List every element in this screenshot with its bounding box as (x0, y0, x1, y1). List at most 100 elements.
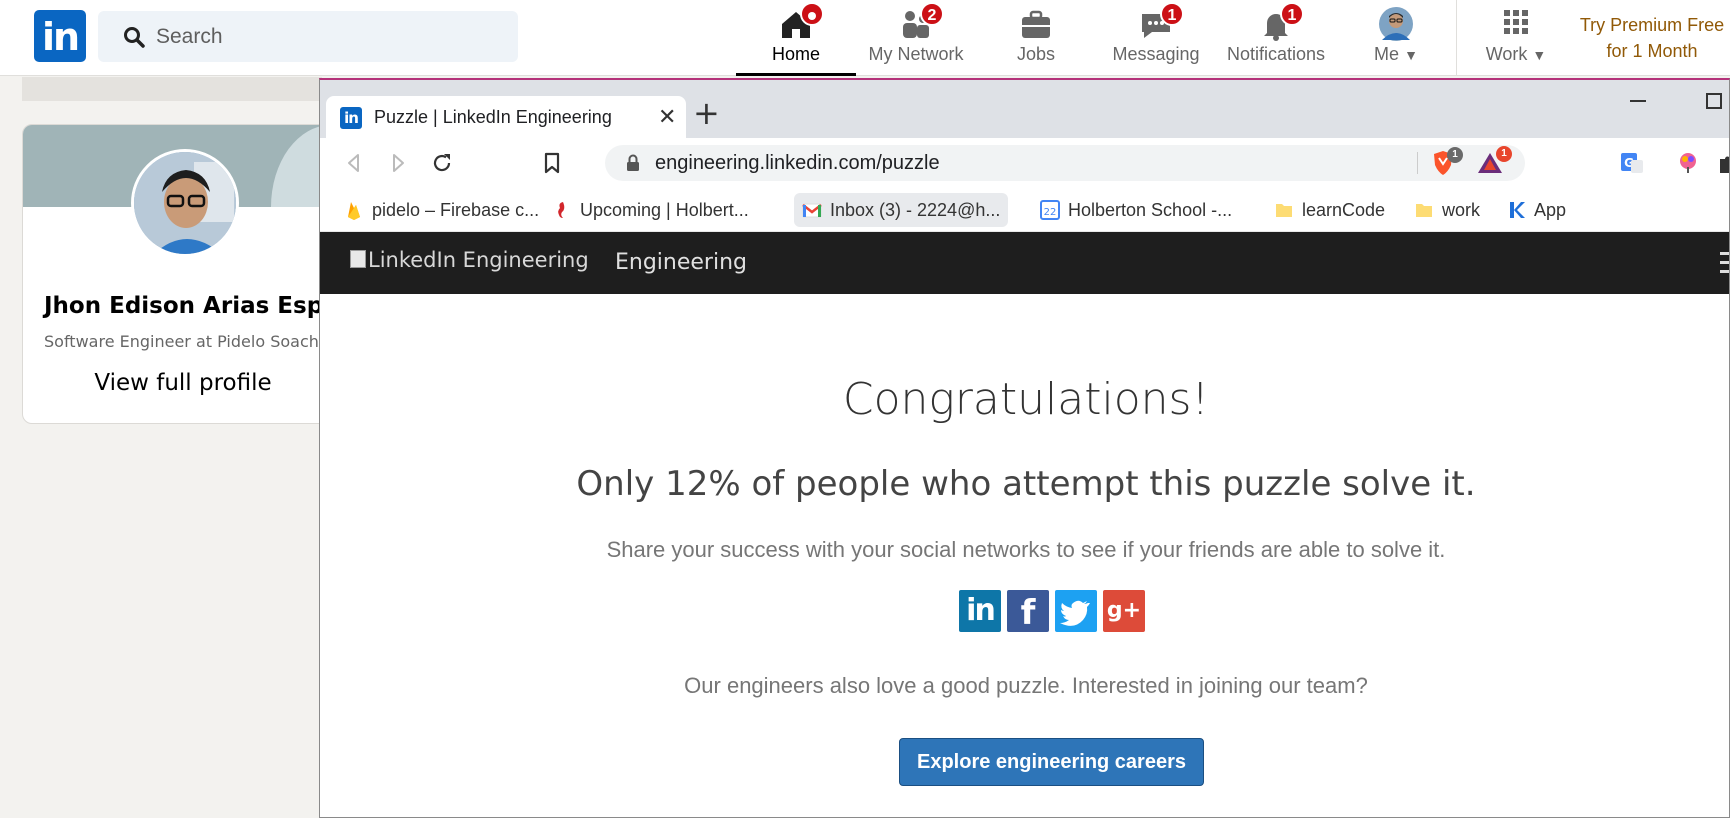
nav-label: Jobs (1016, 44, 1056, 64)
nav-my-network[interactable]: 2 My Network (856, 0, 976, 76)
bookmark-label: Upcoming | Holbert... (580, 200, 749, 220)
grid-icon (1504, 10, 1528, 34)
nav-label: Home (771, 44, 820, 64)
bookmark-label: App (1534, 200, 1567, 220)
bookmark-folder-learncode[interactable]: learnCode (1266, 193, 1385, 227)
nav-label: Work ▼ (1456, 44, 1576, 65)
twitter-share-button[interactable] (1055, 590, 1097, 632)
bookmark-label: Inbox (3) - 2224@h... (830, 200, 1001, 220)
brave-shield-badge: 1 (1447, 147, 1463, 163)
explore-careers-button[interactable]: Explore engineering careers (899, 738, 1204, 786)
messaging-badge: 1 (1160, 2, 1184, 26)
facebook-share-button[interactable]: f (1007, 590, 1049, 633)
linkedin-share-button[interactable]: in (959, 590, 1001, 632)
menu-icon[interactable] (1720, 252, 1729, 274)
search-box[interactable] (98, 11, 518, 62)
premium-line-2: for 1 Month (1606, 41, 1698, 61)
linkedin-icon: in (966, 593, 996, 628)
nav-label: Notifications (1226, 44, 1326, 64)
chevron-down-icon: ▼ (1532, 47, 1547, 63)
broken-logo-image[interactable]: LinkedIn Engineering (350, 248, 589, 274)
tab-title: Puzzle | LinkedIn Engineering (374, 107, 612, 127)
home-notification-dot (800, 2, 824, 26)
site-header: LinkedIn Engineering Engineering (320, 232, 1729, 294)
k-icon (1510, 202, 1525, 218)
nav-label: Me ▼ (1336, 44, 1456, 65)
feed-strip (22, 77, 322, 101)
nav-home[interactable]: Home (736, 0, 856, 76)
seahorse-icon (558, 202, 565, 218)
url-text: engineering.linkedin.com/puzzle (655, 152, 940, 174)
work-label: Work (1485, 44, 1528, 64)
notifications-badge: 1 (1280, 2, 1304, 26)
color-picker-icon[interactable] (1676, 151, 1700, 175)
nav-jobs[interactable]: Jobs (976, 0, 1096, 76)
google-plus-share-button[interactable]: g+ (1103, 590, 1145, 632)
calendar-day: 22 (1044, 207, 1057, 218)
bookmark-label: learnCode (1302, 200, 1386, 220)
bookmark-label: Holberton School -... (1068, 200, 1233, 220)
bookmarks-bar: pidelo – Firebase c... Upcoming | Holber… (320, 188, 1729, 232)
bookmark-holberton-school[interactable]: 22 Holberton School -... (1032, 193, 1232, 227)
folder-icon (1276, 204, 1292, 217)
calendar-icon: 22 (1040, 200, 1060, 220)
facebook-icon: f (1020, 593, 1036, 633)
share-prompt: Share your success with your social netw… (606, 537, 1446, 562)
gmail-icon (802, 203, 822, 218)
search-icon (124, 27, 145, 48)
address-bar[interactable]: engineering.linkedin.com/puzzle 1 1 (605, 145, 1525, 181)
close-icon[interactable]: ✕ (658, 105, 676, 130)
linkedin-logo[interactable]: in (34, 10, 86, 62)
new-tab-button[interactable]: + (693, 94, 720, 132)
browser-window: in Puzzle | LinkedIn Engineering ✕ + eng… (319, 78, 1730, 818)
folder-icon (1416, 204, 1432, 217)
nav-notifications[interactable]: 1 Notifications (1216, 0, 1336, 76)
briefcase-icon (1022, 10, 1050, 38)
bookmark-icon[interactable] (540, 151, 564, 175)
browser-toolbar: engineering.linkedin.com/puzzle 1 1 G (320, 138, 1729, 188)
bookmark-app[interactable]: App (1498, 193, 1566, 227)
premium-line-1: Try Premium Free (1579, 15, 1725, 35)
profile-headline: Software Engineer at Pidelo Soacha (44, 332, 329, 351)
nav-label: My Network (868, 44, 964, 64)
bookmark-gmail-inbox[interactable]: Inbox (3) - 2224@h... (794, 193, 1009, 227)
google-translate-icon[interactable]: G (1620, 151, 1644, 175)
firebase-icon (348, 202, 360, 220)
profile-card: Jhon Edison Arias Esparza Software Engin… (22, 124, 342, 424)
profile-photo (134, 152, 236, 254)
nav-work[interactable]: Work ▼ (1456, 0, 1576, 76)
reload-icon[interactable] (430, 151, 454, 175)
premium-link[interactable]: Try Premium Free for 1 Month (1572, 12, 1730, 64)
address-divider (1417, 152, 1418, 174)
me-label: Me (1374, 44, 1400, 64)
congratulations-heading: Congratulations! (842, 374, 1210, 425)
nav-messaging[interactable]: 1 Messaging (1096, 0, 1216, 76)
avatar (1379, 7, 1413, 41)
maximize-button[interactable] (1706, 93, 1722, 109)
puzzle-result-content: Congratulations! Only 12% of people who … (320, 294, 1729, 817)
profile-name[interactable]: Jhon Edison Arias Esparza (44, 293, 341, 319)
site-header-title[interactable]: Engineering (615, 250, 747, 275)
nav-label: Messaging (1112, 44, 1200, 64)
search-input[interactable] (156, 21, 496, 53)
forward-icon[interactable] (386, 151, 410, 175)
browser-tab[interactable]: in Puzzle | LinkedIn Engineering ✕ (326, 96, 686, 138)
bookmark-holberton-upcoming[interactable]: Upcoming | Holbert... (544, 193, 749, 227)
nav-me[interactable]: Me ▼ (1336, 0, 1456, 76)
minimize-button[interactable] (1630, 100, 1646, 102)
bookmark-label: pidelo – Firebase c... (372, 200, 540, 220)
extensions-puzzle-icon[interactable] (1716, 151, 1730, 175)
linkedin-top-bar: in Home 2 My Network Jobs (0, 0, 1730, 76)
careers-prompt: Our engineers also love a good puzzle. I… (684, 673, 1368, 698)
avatar[interactable] (131, 149, 239, 257)
bookmark-folder-work[interactable]: work (1406, 193, 1480, 227)
twitter-icon (1060, 600, 1090, 626)
bookmark-pidelo-firebase[interactable]: pidelo – Firebase c... (336, 193, 539, 227)
tab-strip: in Puzzle | LinkedIn Engineering ✕ + (320, 80, 1729, 138)
lock-icon (627, 154, 639, 171)
linkedin-favicon-icon: in (340, 107, 362, 129)
google-plus-icon: g+ (1106, 598, 1142, 623)
network-badge: 2 (920, 2, 944, 26)
back-icon[interactable] (342, 151, 366, 175)
view-profile-link[interactable]: View full profile (23, 370, 341, 396)
